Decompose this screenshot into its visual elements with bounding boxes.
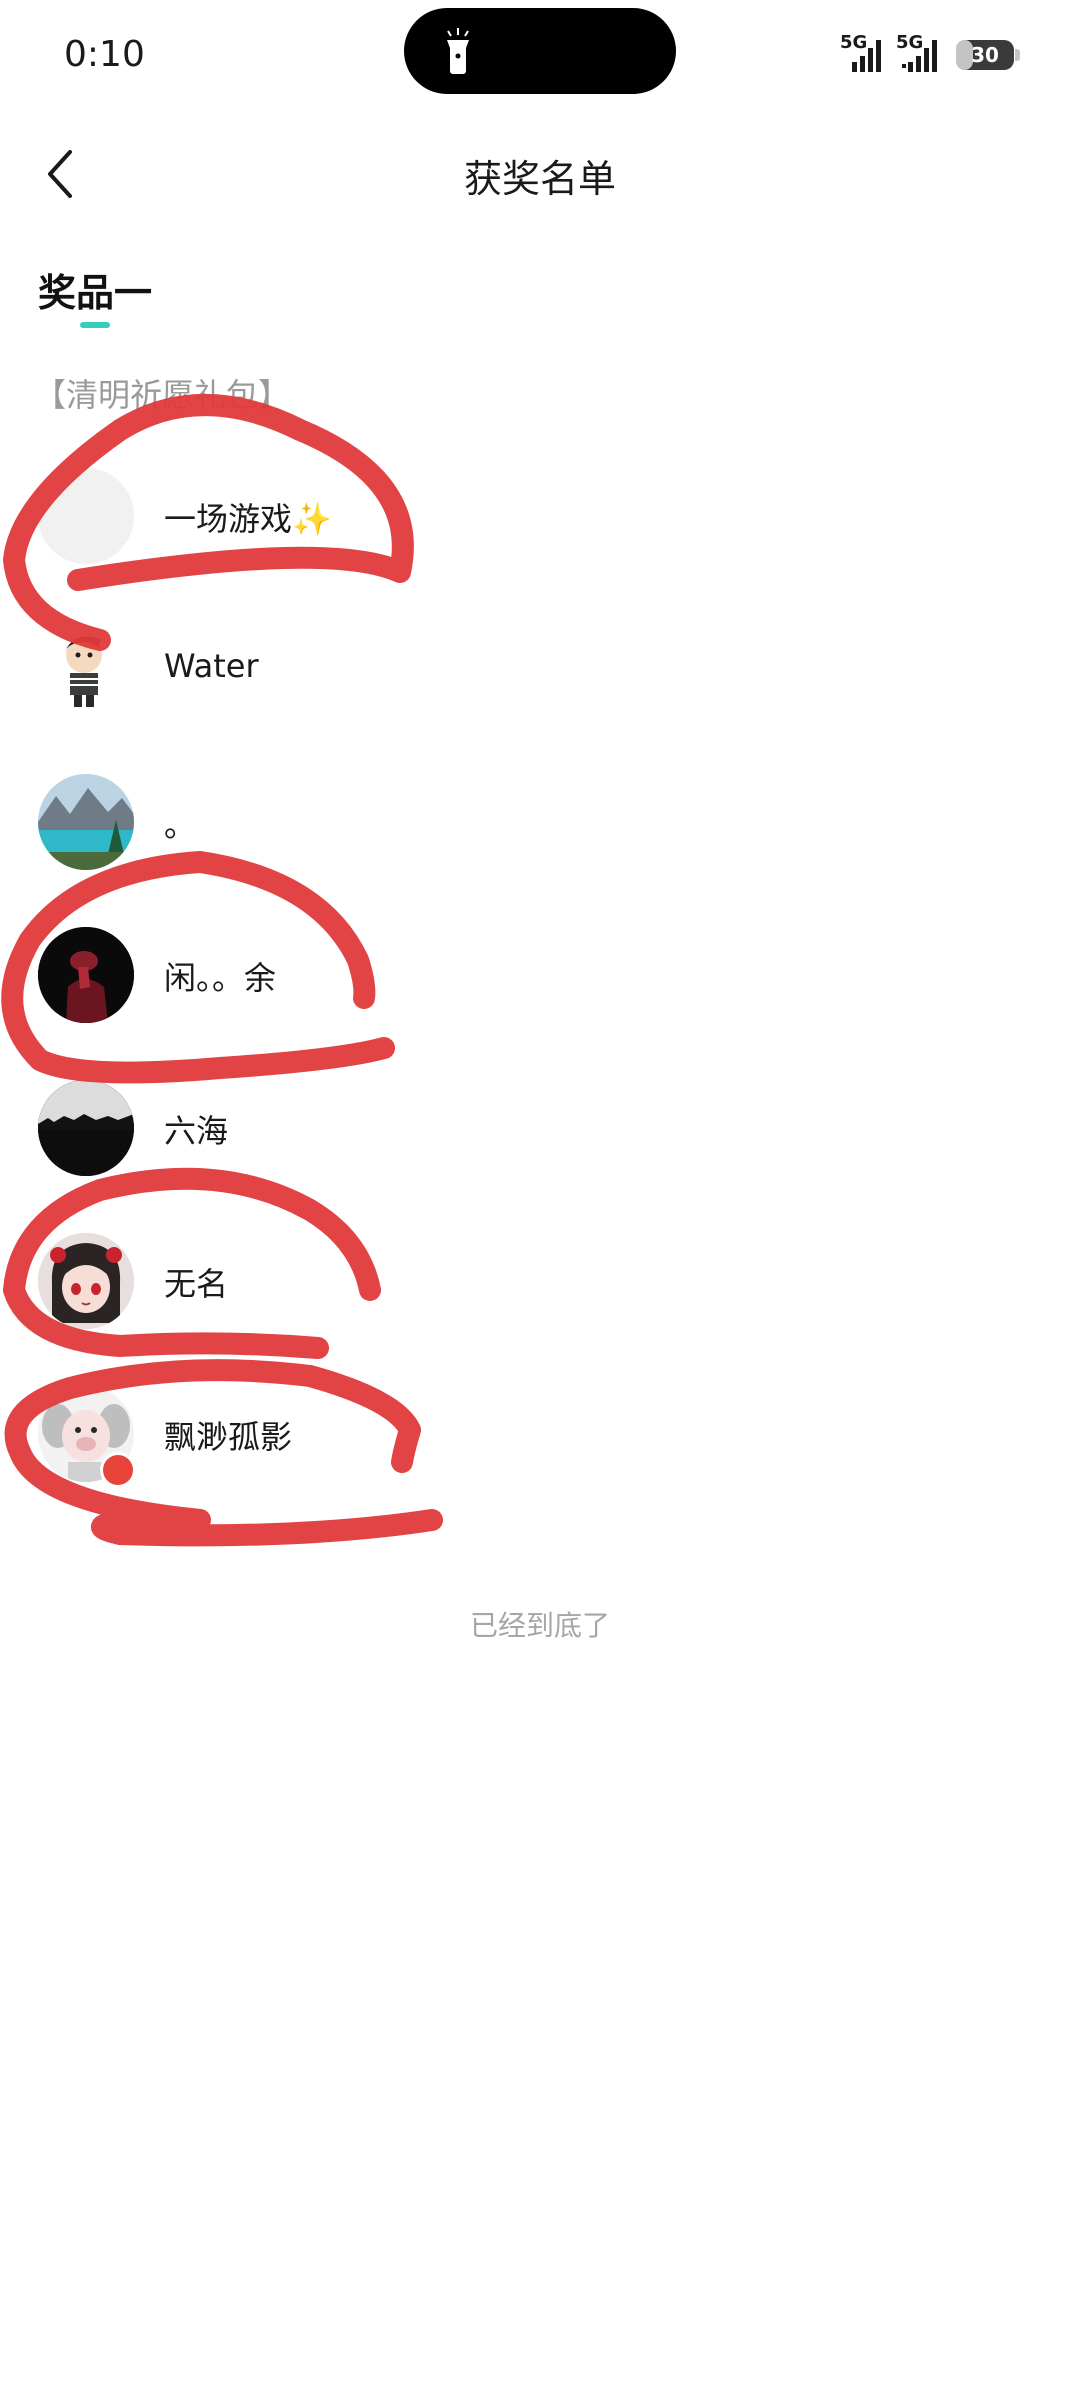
cartoon-boy-avatar: [38, 621, 134, 717]
signal-2-icon: 5G: [896, 34, 952, 74]
list-item[interactable]: 。: [0, 746, 1080, 899]
anime-girl-avatar: [38, 1233, 134, 1329]
list-item[interactable]: 无名: [0, 1205, 1080, 1358]
prize-name: 【清明祈愿礼包】: [34, 376, 291, 414]
end-of-list-text: 已经到底了: [469, 1609, 610, 1642]
tab-label: 奖品一: [38, 271, 153, 315]
status-bar: 0:10 5G 5G 30: [0, 0, 1080, 110]
status-icons: 5G 5G 30: [840, 34, 1020, 78]
dynamic-island: [404, 8, 676, 94]
list-item[interactable]: 一场游戏✨: [0, 440, 1080, 593]
list-item[interactable]: 六海: [0, 1052, 1080, 1205]
list-item[interactable]: 闲。。余: [0, 899, 1080, 1052]
winner-name: 一场游戏✨: [164, 500, 332, 538]
dark-red-figure-avatar: [38, 927, 134, 1023]
dark-skyline-avatar: [38, 1080, 134, 1176]
winner-name: 闲。。余: [164, 959, 277, 997]
list-item[interactable]: 飘渺孤影: [0, 1358, 1080, 1511]
winner-name: 六海: [164, 1112, 229, 1150]
winner-list: 一场游戏✨ Water 。 闲。。余 六海 无名 飘渺孤影: [0, 440, 1080, 1511]
blank-avatar: [38, 468, 134, 564]
list-item[interactable]: Water: [0, 593, 1080, 746]
lake-mountain-avatar: [38, 774, 134, 870]
navigation-bar: 获奖名单: [0, 120, 1080, 230]
signal-1-icon: 5G: [840, 34, 896, 74]
page-title: 获奖名单: [463, 157, 616, 201]
winner-name: 无名: [164, 1265, 229, 1303]
tab-prize-1[interactable]: 奖品一: [38, 262, 152, 332]
battery-tip: [1015, 49, 1020, 61]
winner-name: Water: [164, 647, 259, 685]
status-time: 0:10: [64, 34, 145, 75]
tab-indicator: [80, 322, 110, 328]
battery-icon: 30: [956, 40, 1014, 70]
winner-name: 。: [164, 806, 197, 844]
flashlight-icon: [447, 28, 469, 74]
badge-icon: [100, 1452, 136, 1488]
winner-name: 飘渺孤影: [164, 1418, 293, 1456]
